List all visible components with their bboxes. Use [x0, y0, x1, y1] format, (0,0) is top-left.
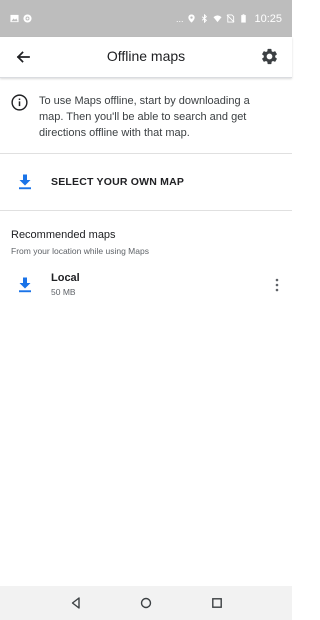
page-title: Offline maps: [106, 48, 186, 64]
status-right: ... 10:25: [176, 13, 282, 25]
status-time: 10:25: [254, 12, 282, 25]
download-icon: [16, 173, 34, 191]
recommended-maps-heading: Recommended maps: [11, 229, 116, 241]
wifi-icon: [213, 14, 223, 23]
more-vert-icon[interactable]: [274, 277, 280, 293]
battery-icon: [239, 14, 248, 23]
recommended-maps-subtitle: From your location while using Maps: [11, 246, 149, 256]
recents-square-icon[interactable]: [210, 596, 224, 610]
no-sim-icon: [226, 14, 235, 23]
download-icon[interactable]: [16, 276, 34, 294]
system-nav-bar: [0, 586, 292, 620]
map-name: Local: [51, 272, 80, 284]
map-size: 50 MB: [51, 287, 76, 297]
info-text: To use Maps offline, start by downloadin…: [39, 95, 250, 139]
notification-icon: [23, 14, 32, 23]
list-item[interactable]: Local 50 MB: [0, 264, 292, 308]
image-icon: [10, 14, 19, 23]
status-overflow-dots: ...: [175, 13, 184, 24]
select-own-map-button[interactable]: SELECT YOUR OWN MAP: [0, 155, 292, 211]
home-circle-icon[interactable]: [139, 596, 153, 610]
back-triangle-icon[interactable]: [69, 596, 83, 610]
info-icon: [11, 94, 28, 111]
app-bar: Offline maps: [0, 37, 292, 78]
info-banner: To use Maps offline, start by downloadin…: [0, 78, 292, 154]
bluetooth-icon: [200, 14, 209, 23]
select-own-map-label: SELECT YOUR OWN MAP: [51, 176, 185, 188]
gear-icon[interactable]: [260, 47, 279, 66]
location-icon: [187, 14, 196, 23]
status-bar: ... 10:25: [0, 0, 292, 37]
status-left: [10, 14, 32, 23]
